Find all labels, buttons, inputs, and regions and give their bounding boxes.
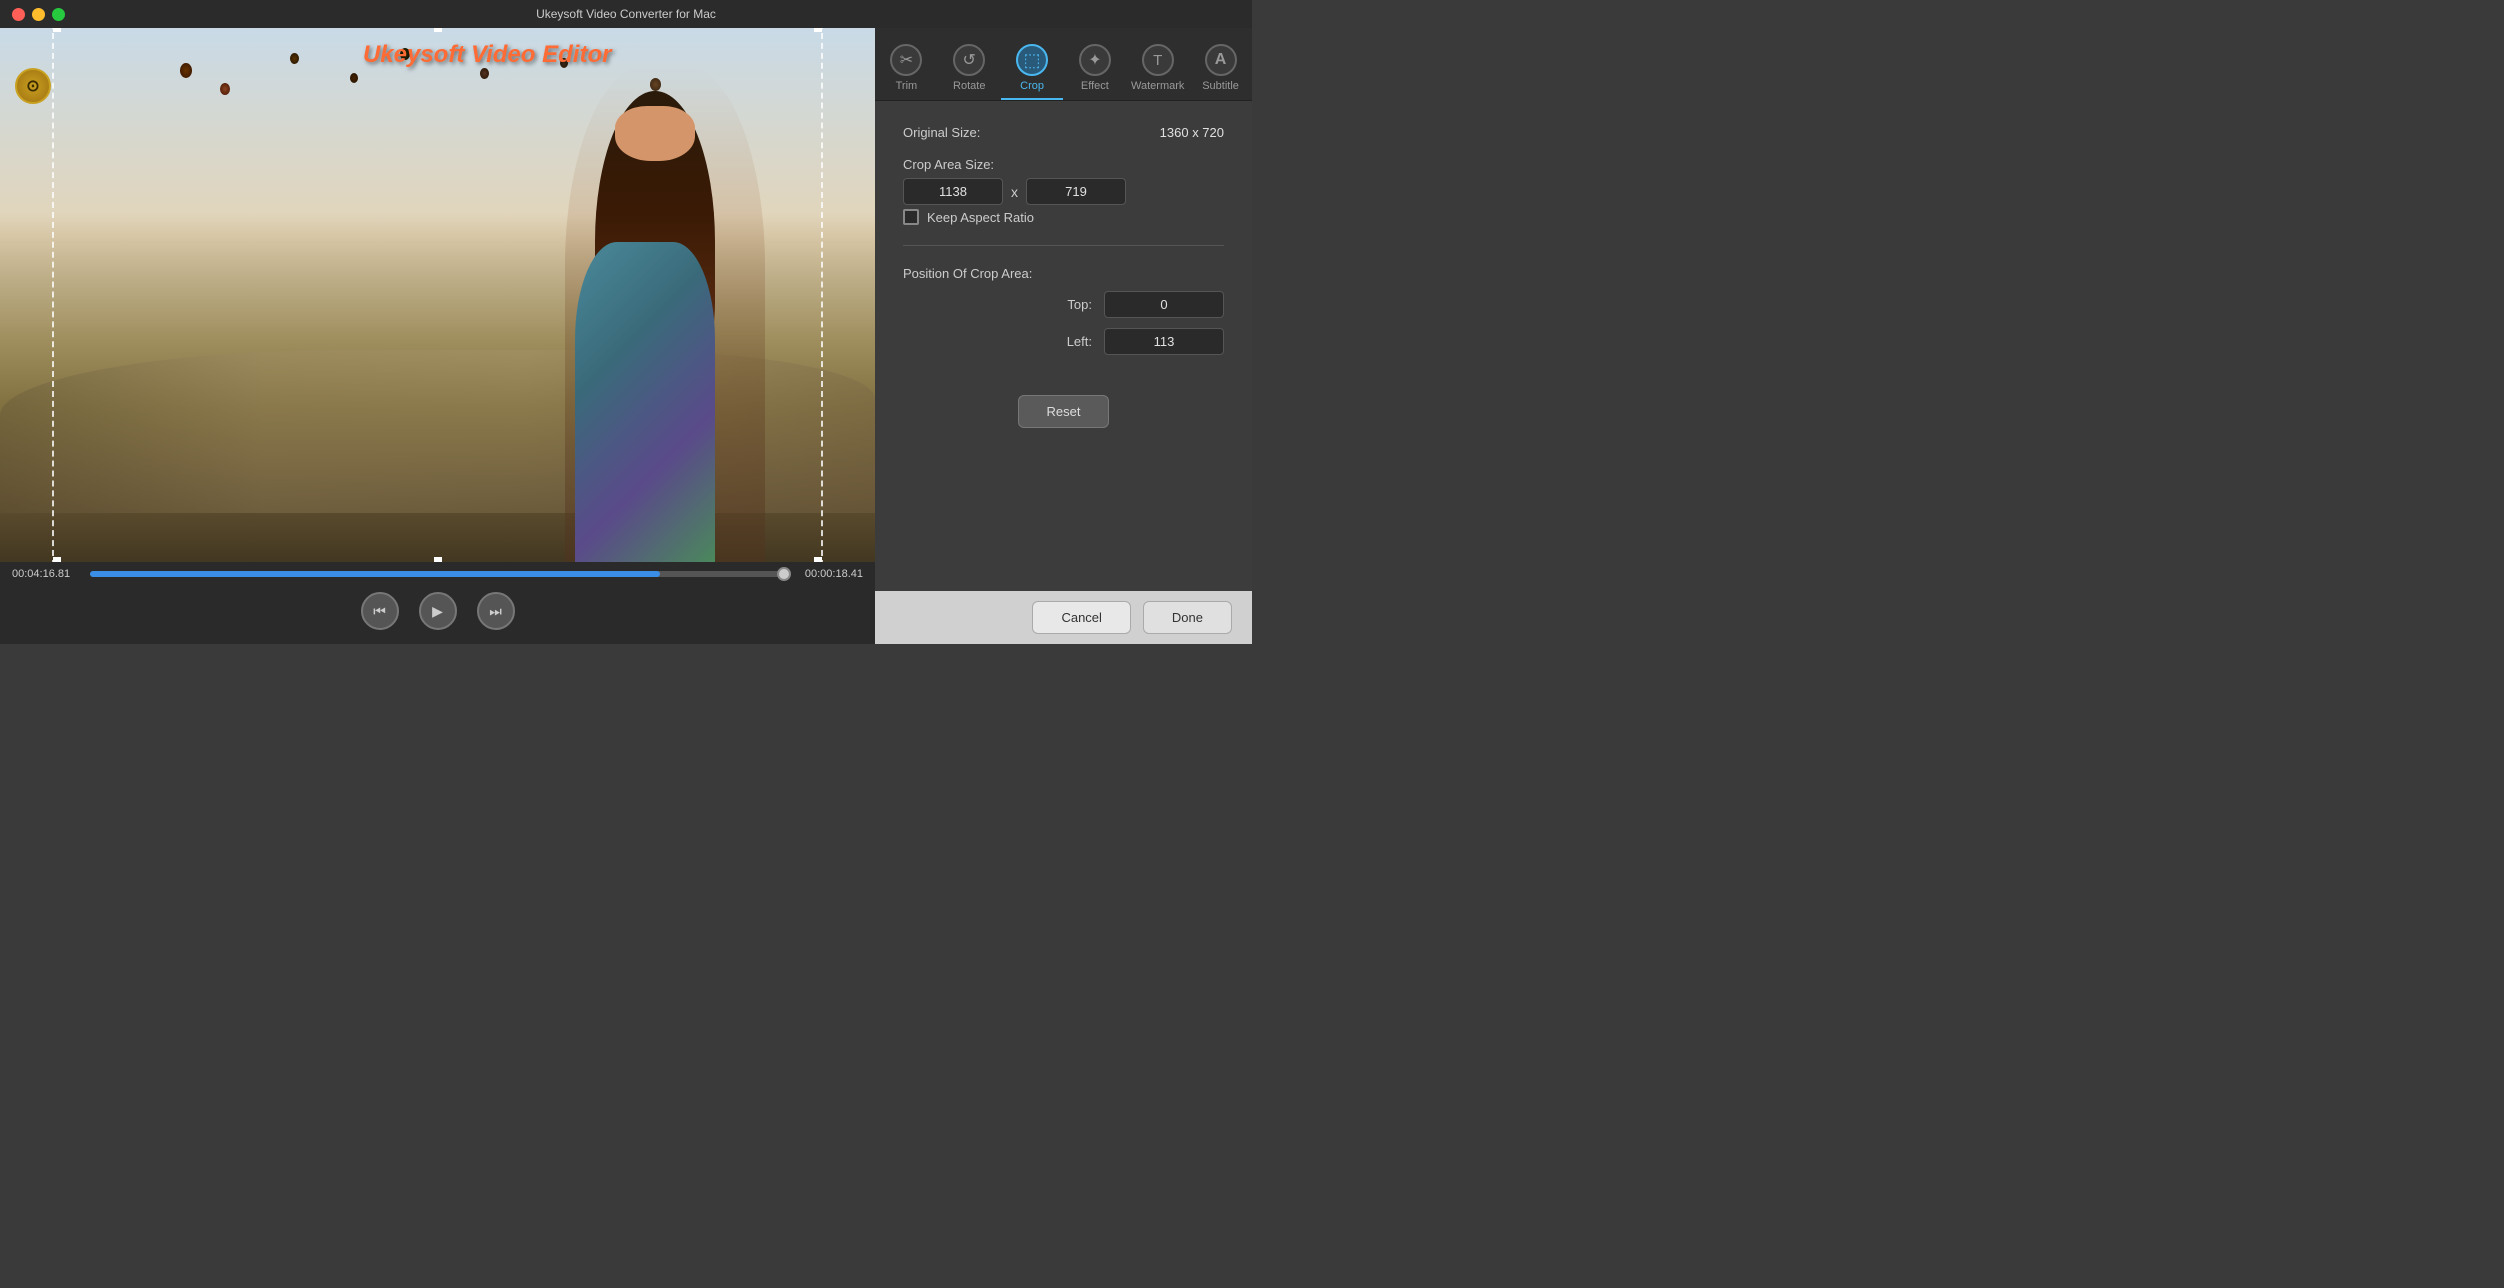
crop-icon: ⬚ [1016,44,1048,76]
tab-trim-label: Trim [896,80,918,92]
keep-aspect-label: Keep Aspect Ratio [927,210,1034,225]
size-row: x [903,178,1224,205]
right-panel: ✂ Trim ↺ Rotate ⬚ Crop ✦ Effect T Waterm… [875,28,1252,644]
top-field: Top: [903,291,1224,318]
tab-effect[interactable]: ✦ Effect [1063,36,1126,100]
time-row: 00:04:16.81 00:00:18.41 [12,568,863,580]
close-button[interactable] [12,8,25,21]
crop-settings: Original Size: 1360 x 720 Crop Area Size… [875,101,1252,591]
reset-button[interactable]: Reset [1018,395,1110,428]
aspect-row: Keep Aspect Ratio [903,209,1224,225]
tab-rotate[interactable]: ↺ Rotate [938,36,1001,100]
tab-subtitle-label: Subtitle [1202,80,1239,92]
crop-height-input[interactable] [1026,178,1126,205]
crop-area-label: Crop Area Size: [903,157,994,172]
progress-fill [90,571,660,577]
done-button[interactable]: Done [1143,601,1232,634]
maximize-button[interactable] [52,8,65,21]
original-size-value: 1360 x 720 [1160,125,1224,140]
tab-subtitle[interactable]: A Subtitle [1189,36,1252,100]
minimize-button[interactable] [32,8,45,21]
controls-bar: 00:04:16.81 00:00:18.41 ⏮ ▶ ⏭ [0,562,875,644]
crop-area-section: Crop Area Size: x Keep Aspect Ratio [903,156,1224,225]
tab-watermark[interactable]: T Watermark [1126,36,1189,100]
left-field: Left: [903,328,1224,355]
effect-icon: ✦ [1079,44,1111,76]
tab-crop[interactable]: ⬚ Crop [1001,36,1064,100]
action-bar: Cancel Done [875,591,1252,644]
app-title: Ukeysoft Video Converter for Mac [536,7,716,21]
playback-controls: ⏮ ▶ ⏭ [12,584,863,638]
left-input[interactable] [1104,328,1224,355]
tab-trim[interactable]: ✂ Trim [875,36,938,100]
video-frame: Ukeysoft Video Editor [0,28,875,562]
tabs-bar: ✂ Trim ↺ Rotate ⬚ Crop ✦ Effect T Waterm… [875,28,1252,101]
next-button[interactable]: ⏭ [477,592,515,630]
prev-button[interactable]: ⏮ [361,592,399,630]
remaining-time: 00:00:18.41 [793,568,863,580]
watermark-icon: T [1142,44,1174,76]
size-x-separator: x [1011,184,1018,200]
current-time: 00:04:16.81 [12,568,82,580]
top-input[interactable] [1104,291,1224,318]
app-logo: ⊙ [15,68,51,104]
crop-width-input[interactable] [903,178,1003,205]
main-container: ⊙ [0,28,1252,644]
video-area: Ukeysoft Video Editor [0,28,875,562]
tab-rotate-label: Rotate [953,80,985,92]
left-label: Left: [1052,334,1092,349]
position-title: Position Of Crop Area: [903,266,1224,281]
window-controls [12,8,65,21]
video-panel: ⊙ [0,28,875,644]
progress-thumb[interactable] [777,567,791,581]
trim-icon: ✂ [890,44,922,76]
tab-effect-label: Effect [1081,80,1109,92]
cancel-button[interactable]: Cancel [1032,601,1130,634]
position-section: Position Of Crop Area: Top: Left: [903,266,1224,355]
tab-crop-label: Crop [1020,80,1044,92]
titlebar: Ukeysoft Video Converter for Mac [0,0,1252,28]
play-button[interactable]: ▶ [419,592,457,630]
original-size-row: Original Size: 1360 x 720 [903,125,1224,140]
divider [903,245,1224,246]
subtitle-icon: A [1205,44,1237,76]
rotate-icon: ↺ [953,44,985,76]
keep-aspect-checkbox[interactable] [903,209,919,225]
progress-track[interactable] [90,571,785,577]
video-overlay-text: Ukeysoft Video Editor [363,41,611,69]
top-label: Top: [1052,297,1092,312]
original-size-label: Original Size: [903,125,1023,140]
tab-watermark-label: Watermark [1131,80,1184,92]
